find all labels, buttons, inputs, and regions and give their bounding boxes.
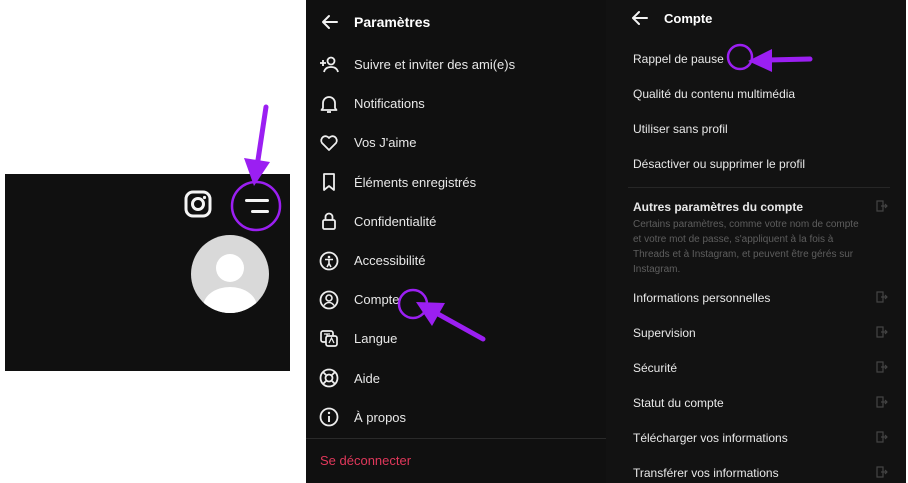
settings-item-likes[interactable]: Vos J'aime [306,123,606,162]
divider [306,438,606,439]
settings-list: Suivre et inviter des ami(e)s Notificati… [306,45,606,437]
external-link-icon [876,466,888,478]
settings-item-notifications[interactable]: Notifications [306,84,606,123]
settings-item-label: Accessibilité [354,253,426,269]
account-item-other-settings[interactable]: Autres paramètres du compte Certains par… [606,196,896,280]
external-link-icon [876,291,888,303]
settings-item-label: Vos J'aime [354,135,417,151]
settings-item-label: Confidentialité [354,213,437,229]
other-settings-description: Certains paramètres, comme votre nom de … [633,219,859,275]
settings-item-label: Notifications [354,96,425,112]
language-icon [318,328,340,350]
page-title: Paramètres [354,14,431,30]
add-person-icon [318,54,340,76]
settings-screen: Paramètres Suivre et inviter des ami(e)s… [306,0,606,483]
settings-item-language[interactable]: Langue [306,319,606,358]
account-item-label: Utiliser sans profil [633,121,728,136]
account-item-label: Rappel de pause [633,51,724,66]
external-link-icon [876,200,888,212]
settings-item-label: Suivre et inviter des ami(e)s [354,57,516,73]
divider [628,187,890,188]
settings-item-label: Langue [354,331,398,347]
account-item-personal-info[interactable]: Informations personnelles [606,280,896,315]
accessibility-icon [318,250,340,272]
account-item-label: Statut du compte [633,395,724,410]
settings-item-follow-invite[interactable]: Suivre et inviter des ami(e)s [306,45,606,84]
account-item-deactivate-delete[interactable]: Désactiver ou supprimer le profil [606,146,896,181]
back-arrow-icon[interactable] [630,8,650,28]
settings-item-help[interactable]: Aide [306,359,606,398]
external-link-icon [876,326,888,338]
settings-item-label: Aide [354,370,381,386]
account-item-account-status[interactable]: Statut du compte [606,385,896,420]
account-settings-list: Rappel de pause Qualité du contenu multi… [606,41,896,483]
account-item-download-info[interactable]: Télécharger vos informations [606,420,896,455]
account-item-label: Supervision [633,325,696,340]
account-item-supervision[interactable]: Supervision [606,315,896,350]
account-item-label: Informations personnelles [633,290,771,305]
settings-item-privacy[interactable]: Confidentialité [306,202,606,241]
settings-item-saved[interactable]: Éléments enregistrés [306,163,606,202]
account-item-break-reminder[interactable]: Rappel de pause [606,41,896,76]
other-settings-title: Autres paramètres du compte [633,200,804,214]
account-icon [318,289,340,311]
account-item-label: Télécharger vos informations [633,430,788,445]
heart-icon [318,132,340,154]
bell-icon [318,93,340,115]
account-item-label: Désactiver ou supprimer le profil [633,156,806,171]
back-arrow-icon[interactable] [320,12,340,32]
account-header: Compte [606,4,712,32]
settings-item-accessibility[interactable]: Accessibilité [306,241,606,280]
profile-screen [5,174,290,371]
menu-icon[interactable] [242,196,272,216]
info-icon [318,406,340,428]
settings-item-label: Compte [354,292,400,308]
account-item-security[interactable]: Sécurité [606,350,896,385]
settings-item-account[interactable]: Compte [306,280,606,319]
instagram-icon[interactable] [183,189,213,219]
account-item-label: Sécurité [633,360,678,375]
lock-icon [318,210,340,232]
bookmark-icon [318,171,340,193]
account-item-transfer-info[interactable]: Transférer vos informations [606,455,896,483]
external-link-icon [876,361,888,373]
account-screen: Compte Rappel de pause Qualité du conten… [606,0,906,483]
settings-item-label: Éléments enregistrés [354,174,477,190]
page-title: Compte [664,10,713,26]
settings-item-label: À propos [354,409,407,425]
settings-header: Paramètres [306,8,430,36]
account-item-label: Transférer vos informations [633,465,779,480]
annotation-arrow [255,104,269,163]
external-link-icon [876,396,888,408]
account-item-use-without-profile[interactable]: Utiliser sans profil [606,111,896,146]
account-item-media-quality[interactable]: Qualité du contenu multimédia [606,76,896,111]
lifebuoy-icon [318,367,340,389]
avatar[interactable] [191,235,269,313]
settings-item-about[interactable]: À propos [306,398,606,437]
external-link-icon [876,431,888,443]
logout-button[interactable]: Se déconnecter [320,453,411,468]
account-item-label: Qualité du contenu multimédia [633,86,796,101]
